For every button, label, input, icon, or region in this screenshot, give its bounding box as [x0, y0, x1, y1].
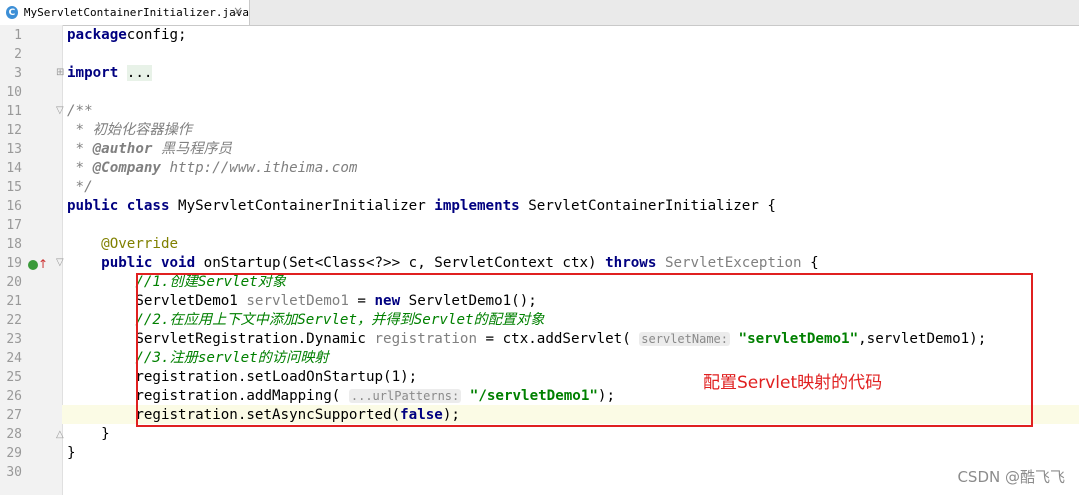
code-line[interactable]: 29}: [0, 444, 1079, 463]
line-number: 26: [6, 389, 22, 404]
line-number: 14: [6, 161, 22, 176]
fold-collapse-icon[interactable]: ▽: [56, 258, 65, 268]
line-number: 18: [6, 237, 22, 252]
code-text[interactable]: /**: [67, 102, 93, 121]
code-token: http://www.itheima.com: [160, 160, 358, 176]
line-number: 27: [6, 408, 22, 423]
code-line[interactable]: 2: [0, 45, 1079, 64]
code-line[interactable]: 3 import ...: [0, 64, 1079, 83]
annotation-label: 配置Servlet映射的代码: [703, 373, 883, 393]
code-line[interactable]: 14 * @Company http://www.itheima.com: [0, 159, 1079, 178]
code-token: }: [67, 445, 76, 461]
line-number: 28: [6, 427, 22, 442]
code-token: onStartup(Set<Class<?>> c, ServletContex…: [195, 255, 606, 271]
code-line[interactable]: 12 * 初始化容器操作: [0, 121, 1079, 140]
code-line[interactable]: 18 @Override: [0, 235, 1079, 254]
watermark: CSDN @酷飞飞: [957, 468, 1065, 486]
code-line[interactable]: 13 * @author 黑马程序员: [0, 140, 1079, 159]
code-token: */: [67, 179, 93, 195]
code-text[interactable]: */: [67, 178, 93, 197]
line-number: 3: [14, 66, 22, 81]
code-line[interactable]: 15 */: [0, 178, 1079, 197]
line-number: 22: [6, 313, 22, 328]
line-number: 12: [6, 123, 22, 138]
implementation-gutter-icon[interactable]: [28, 260, 38, 270]
code-token: *: [67, 160, 93, 176]
code-token: {: [801, 255, 819, 271]
code-token: MyServletContainerInitializer: [169, 198, 435, 214]
code-token: @author: [92, 141, 153, 157]
line-number: 24: [6, 351, 22, 366]
code-text[interactable]: public void onStartup(Set<Class<?>> c, S…: [67, 254, 819, 273]
code-token: @Override: [101, 236, 179, 252]
code-token: 黑马程序员: [152, 141, 232, 157]
fold-collapse-icon[interactable]: ▽: [56, 106, 65, 116]
fold-expand-icon[interactable]: ⊞: [56, 68, 65, 78]
fold-end-icon[interactable]: △: [56, 430, 65, 440]
line-number: 29: [6, 446, 22, 461]
code-line[interactable]: 11 /**: [0, 102, 1079, 121]
code-token: ServletException: [664, 255, 802, 271]
code-line[interactable]: 19 public void onStartup(Set<Class<?>> c…: [0, 254, 1079, 273]
line-number: 16: [6, 199, 22, 214]
code-token: public void: [101, 255, 196, 271]
code-line[interactable]: 16 public class MyServletContainerInitial…: [0, 197, 1079, 216]
code-text[interactable]: * @Company http://www.itheima.com: [67, 159, 358, 178]
code-token: ServletContainerInitializer {: [519, 198, 776, 214]
code-token: }: [67, 426, 110, 442]
code-text[interactable]: @Override: [67, 235, 178, 254]
code-token: config;: [126, 27, 187, 43]
close-icon[interactable]: ×: [233, 4, 243, 18]
line-number: 23: [6, 332, 22, 347]
line-number: 1: [14, 28, 22, 43]
line-number: 25: [6, 370, 22, 385]
code-text[interactable]: }: [67, 444, 76, 463]
code-token: * 初始化容器操作: [67, 122, 192, 138]
override-arrow-icon[interactable]: ↑: [38, 257, 48, 271]
code-line[interactable]: 1 packageconfig;: [0, 26, 1079, 45]
line-number: 15: [6, 180, 22, 195]
code-text[interactable]: * 初始化容器操作: [67, 121, 192, 140]
code-text[interactable]: }: [67, 425, 110, 444]
code-token: ...: [126, 65, 153, 81]
code-token: /**: [67, 103, 93, 119]
line-number: 13: [6, 142, 22, 157]
code-token: public class: [67, 198, 170, 214]
code-text[interactable]: import ...: [67, 64, 153, 83]
line-number: 19: [6, 256, 22, 271]
code-token: import: [67, 65, 119, 81]
file-tab[interactable]: C MyServletContainerInitializer.java ×: [0, 0, 250, 25]
code-line[interactable]: 30: [0, 463, 1079, 482]
code-line[interactable]: 28 }: [0, 425, 1079, 444]
line-number: 21: [6, 294, 22, 309]
code-token: implements: [434, 198, 520, 214]
code-line[interactable]: 10: [0, 83, 1079, 102]
code-line[interactable]: 17: [0, 216, 1079, 235]
line-number: 17: [6, 218, 22, 233]
code-token: package: [67, 27, 127, 43]
annotation-box: [136, 273, 1033, 427]
code-token: @Company: [92, 160, 161, 176]
java-class-icon: C: [6, 6, 18, 19]
line-number: 11: [6, 104, 22, 119]
editor-tab-bar: C MyServletContainerInitializer.java ×: [0, 0, 1079, 26]
code-text[interactable]: * @author 黑马程序员: [67, 140, 232, 159]
code-token: *: [67, 141, 93, 157]
code-token: throws: [605, 255, 657, 271]
line-number: 2: [14, 47, 22, 62]
code-text[interactable]: packageconfig;: [67, 26, 187, 45]
line-number: 20: [6, 275, 22, 290]
line-number: 10: [6, 85, 22, 100]
line-number: 30: [6, 465, 22, 480]
code-text[interactable]: public class MyServletContainerInitializ…: [67, 197, 776, 216]
file-tab-label: MyServletContainerInitializer.java: [23, 6, 249, 19]
